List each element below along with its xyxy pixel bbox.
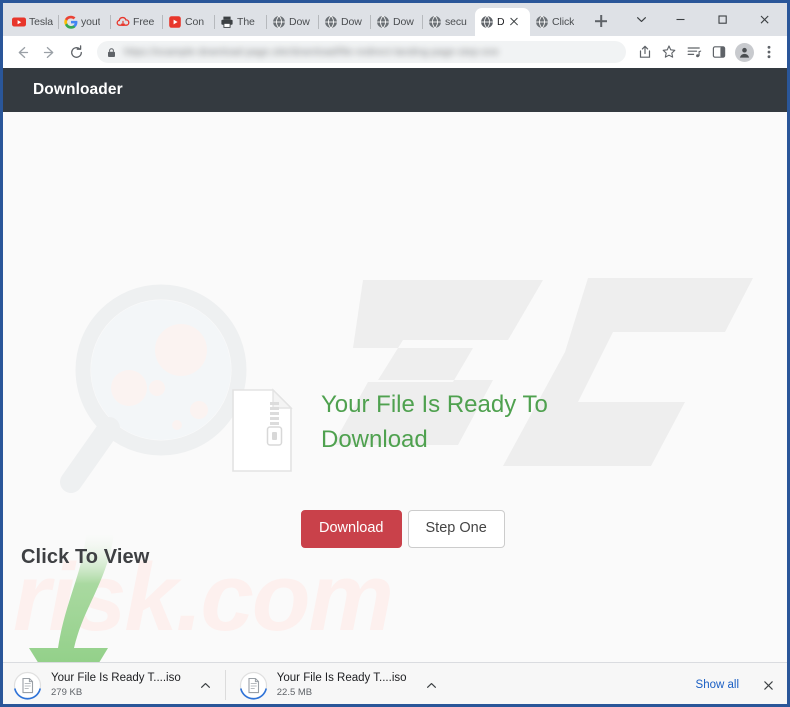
tab-title: yout bbox=[81, 16, 101, 28]
zip-file-icon bbox=[232, 388, 293, 472]
cloud-icon bbox=[116, 15, 130, 29]
download-file-icon bbox=[239, 671, 267, 700]
profile-avatar-icon[interactable] bbox=[732, 40, 756, 64]
click-to-view-label: Click To View bbox=[21, 546, 150, 568]
tab-title: Con bbox=[185, 16, 204, 28]
downloads-bar: Your File Is Ready T....iso 279 KB Your … bbox=[3, 662, 787, 704]
globe-icon bbox=[480, 15, 494, 29]
downloads-bar-close-icon[interactable] bbox=[755, 672, 781, 698]
star-icon[interactable] bbox=[657, 40, 681, 64]
tab-title: secu bbox=[445, 16, 467, 28]
browser-tab-active[interactable]: D bbox=[475, 8, 530, 36]
download-menu-chevron-up-icon[interactable] bbox=[423, 676, 441, 694]
globe-icon bbox=[428, 15, 442, 29]
forward-arrow-icon[interactable] bbox=[36, 39, 62, 65]
download-item-text: Your File Is Ready T....iso 22.5 MB bbox=[277, 672, 407, 698]
globe-icon bbox=[272, 15, 286, 29]
three-dot-menu-icon[interactable] bbox=[757, 40, 781, 64]
download-file-name: Your File Is Ready T....iso bbox=[276, 672, 407, 684]
step-one-button[interactable]: Step One bbox=[407, 510, 505, 548]
browser-window: Tesla yout Free Con The Dow Dow Dow secu… bbox=[0, 0, 790, 707]
download-file-icon bbox=[13, 671, 42, 700]
show-all-button[interactable]: Show all bbox=[684, 672, 751, 698]
share-icon[interactable] bbox=[632, 40, 656, 64]
reload-icon[interactable] bbox=[63, 39, 89, 65]
new-tab-button[interactable] bbox=[588, 8, 614, 34]
youtube-icon bbox=[12, 15, 26, 29]
window-controls bbox=[623, 3, 787, 36]
browser-tab[interactable]: The bbox=[214, 8, 267, 36]
tab-title: Tesla bbox=[29, 16, 54, 28]
tab-title: Dow bbox=[289, 16, 310, 28]
tab-title: Dow bbox=[393, 16, 414, 28]
download-file-size: 279 KB bbox=[51, 687, 83, 698]
button-row: Download Step One bbox=[301, 510, 505, 548]
tab-title: D bbox=[497, 16, 505, 28]
downloads-bar-actions: Show all bbox=[684, 672, 781, 698]
browser-toolbar: https://example-download-page.site/downl… bbox=[3, 36, 787, 68]
reading-list-icon[interactable] bbox=[682, 40, 706, 64]
browser-tab[interactable]: Click bbox=[530, 8, 582, 36]
avatar bbox=[734, 42, 754, 62]
youtube-icon bbox=[168, 15, 182, 29]
browser-tab[interactable]: Tesla bbox=[7, 8, 59, 36]
download-button[interactable]: Download bbox=[301, 510, 402, 548]
tab-title: Free bbox=[133, 16, 155, 28]
minimize-icon[interactable] bbox=[659, 4, 701, 35]
lock-icon bbox=[106, 47, 117, 58]
maximize-icon[interactable] bbox=[701, 4, 743, 35]
download-item[interactable]: Your File Is Ready T....iso 22.5 MB bbox=[224, 666, 451, 704]
hero-row: Your File Is Ready To Download bbox=[231, 388, 571, 473]
download-file-size: 22.5 MB bbox=[276, 687, 313, 698]
site-header-bar: Downloader bbox=[3, 68, 787, 112]
browser-tab[interactable]: secu bbox=[422, 8, 475, 36]
download-item[interactable]: Your File Is Ready T....iso 279 KB bbox=[13, 666, 225, 704]
tab-close-icon[interactable] bbox=[508, 16, 520, 28]
page-title: Downloader bbox=[33, 81, 123, 98]
browser-tab[interactable]: yout bbox=[58, 8, 111, 36]
download-item-text: Your File Is Ready T....iso 279 KB bbox=[51, 672, 181, 698]
window-close-icon[interactable] bbox=[743, 4, 785, 35]
address-bar[interactable]: https://example-download-page.site/downl… bbox=[97, 41, 626, 63]
browser-tab[interactable]: Dow bbox=[370, 8, 423, 36]
tab-title: Dow bbox=[341, 16, 362, 28]
side-panel-icon[interactable] bbox=[707, 40, 731, 64]
printer-icon bbox=[220, 15, 234, 29]
tab-strip: Tesla yout Free Con The Dow Dow Dow secu… bbox=[3, 3, 787, 36]
browser-tab[interactable]: Dow bbox=[318, 8, 371, 36]
hero-heading: Your File Is Ready To Download bbox=[321, 391, 548, 453]
back-arrow-icon[interactable] bbox=[9, 39, 35, 65]
page-content: risk.com Your File Is Ready To Download bbox=[3, 112, 787, 662]
google-icon bbox=[64, 15, 78, 29]
browser-tab[interactable]: Dow bbox=[266, 8, 319, 36]
tab-search-chevron-icon[interactable] bbox=[623, 4, 659, 35]
globe-icon bbox=[324, 15, 338, 29]
globe-icon bbox=[376, 15, 390, 29]
download-menu-chevron-up-icon[interactable] bbox=[197, 676, 215, 694]
address-bar-url: https://example-download-page.site/downl… bbox=[124, 46, 499, 58]
download-file-name: Your File Is Ready T....iso bbox=[51, 672, 181, 684]
tab-title: The bbox=[237, 16, 255, 28]
browser-tab[interactable]: Free bbox=[110, 8, 163, 36]
globe-icon bbox=[535, 15, 549, 29]
browser-tab[interactable]: Con bbox=[162, 8, 215, 36]
tab-title: Click bbox=[552, 16, 575, 28]
